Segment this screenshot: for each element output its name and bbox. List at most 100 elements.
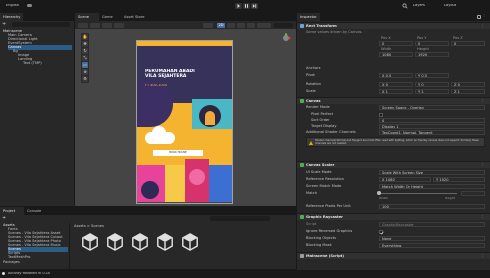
component-menu-icon[interactable]: ⋮ [481, 163, 485, 167]
tab-project-label: Project [3, 209, 16, 213]
component-header-graphic-raycaster[interactable]: Graphic Raycaster [297, 213, 490, 220]
scene-search-input[interactable] [274, 22, 293, 28]
ref-ppu-field[interactable]: 100 [379, 204, 485, 209]
component-header-canvas-scaler[interactable]: Canvas Scaler [297, 161, 490, 168]
scene-asset[interactable] [178, 233, 202, 263]
scene-asset[interactable] [128, 233, 152, 263]
grid-dropdown[interactable] [102, 22, 112, 28]
width-field[interactable]: 1080 [379, 52, 413, 57]
pixel-perfect-checkbox[interactable] [379, 112, 383, 117]
blocking-mask-dropdown[interactable]: Everything [379, 243, 485, 248]
anchors-label[interactable]: Anchors [306, 66, 321, 71]
render-mode-label: Render Mode [306, 105, 330, 109]
component-menu-icon[interactable]: ⋮ [481, 215, 485, 219]
target-display-dropdown[interactable]: Display 1 [379, 124, 485, 129]
component-header-rect-transform[interactable]: Rect Transform [297, 22, 490, 29]
tab-hierarchy[interactable]: Hierarchy [0, 13, 24, 21]
sort-order-field[interactable]: 0 [379, 118, 485, 123]
cloud-icon[interactable] [27, 4, 32, 7]
scene-gizmo-icon[interactable] [281, 33, 291, 43]
pivot-dropdown[interactable] [90, 22, 100, 28]
shader-channels-dropdown[interactable]: TexCoord1, Normal, Tangent [379, 130, 485, 135]
ref-res-x-field[interactable]: X 1080 [379, 177, 431, 182]
project-tree: Assets Fonts Scenes - Vila Sejahtera Ass… [0, 223, 70, 269]
tab-scene[interactable]: Scene [75, 13, 99, 21]
scale-y-field[interactable]: Y 1 [415, 89, 449, 94]
move-tool-icon[interactable]: ✥ [82, 41, 88, 47]
ignore-reversed-checkbox[interactable] [379, 229, 384, 234]
component-menu-icon[interactable]: ⋮ [481, 99, 485, 103]
breadcrumb: Assets > Scenes [74, 224, 104, 228]
scale-z-field[interactable]: Z 1 [451, 89, 485, 94]
pos-x-field[interactable]: 0 [379, 41, 413, 46]
account-menu[interactable]: English [6, 4, 19, 8]
rotation-x-field[interactable]: X 0 [379, 82, 413, 87]
pause-button[interactable] [243, 3, 250, 9]
layout-dropdown[interactable]: Layout [444, 4, 456, 8]
scene-asset[interactable] [103, 233, 127, 263]
component-header-canvas[interactable]: Canvas [297, 97, 490, 104]
rotation-z-field[interactable]: Z 0 [451, 82, 485, 87]
component-menu-icon[interactable]: ⋮ [481, 24, 485, 28]
hierarchy-search-input[interactable] [12, 22, 70, 27]
add-asset-icon[interactable]: + [2, 216, 6, 221]
pivot-x-field[interactable]: X 0.5 [379, 73, 413, 78]
tab-asset-store[interactable]: Asset Store [121, 13, 155, 21]
render-mode-dropdown[interactable]: Screen Space - Overlay [379, 105, 485, 110]
tree-item[interactable]: Packages [3, 260, 20, 265]
audio-toggle[interactable] [237, 22, 245, 28]
tab-project[interactable]: Project [0, 207, 24, 215]
match-value-field[interactable] [461, 191, 485, 196]
blocking-objects-dropdown[interactable]: None [379, 236, 485, 241]
transform-tool-icon[interactable]: ⊕ [82, 69, 88, 75]
tab-hierarchy-label: Hierarchy [3, 15, 21, 19]
list-item[interactable]: Text (TMP) [23, 61, 42, 66]
hand-tool-icon[interactable]: ✋ [82, 34, 88, 40]
pivot-y-field[interactable]: Y 0.5 [415, 73, 449, 78]
scene-asset[interactable] [78, 233, 102, 263]
rect-tool-icon[interactable]: ▭ [82, 62, 88, 68]
height-field[interactable]: 1920 [415, 52, 449, 57]
card-subtitle: FT 400-1004 [145, 84, 168, 87]
effects-dropdown[interactable] [247, 22, 255, 28]
scene-asset[interactable] [153, 233, 177, 263]
rotation-y-field[interactable]: Y 0 [415, 82, 449, 87]
app-preview[interactable]: PERUMAHAN ABADI VILA SEJAHTERA FT 400-10… [137, 41, 232, 202]
lighting-toggle[interactable] [227, 22, 235, 28]
component-header-mainscene-script[interactable]: Mainscene (Script) [297, 252, 490, 259]
search-icon[interactable] [402, 3, 408, 9]
snap-dropdown[interactable] [114, 22, 124, 28]
hierarchy-panel: Hierarchy + Mainscene Main Camera Direct… [0, 13, 74, 206]
lock-icon[interactable] [477, 15, 481, 19]
step-button[interactable] [251, 3, 258, 9]
tool-strip: ✋ ✥ ↻ ⤡ ▭ ⊕ ⚙ [81, 33, 89, 83]
status-warning-icon [2, 272, 5, 275]
transform-tools-dropdown[interactable] [78, 22, 88, 28]
pos-z-field[interactable]: 0 [451, 41, 485, 46]
pos-y-field[interactable]: 0 [415, 41, 449, 46]
layers-dropdown[interactable]: Layers [413, 4, 425, 8]
screen-match-dropdown[interactable]: Match Width Or Height [379, 184, 485, 189]
kebab-menu-icon[interactable]: ⋮ [483, 14, 487, 18]
blocking-mask-label: Blocking Mask [306, 243, 332, 247]
ref-res-y-field[interactable]: Y 1920 [433, 177, 485, 182]
project-search-input[interactable] [210, 216, 270, 221]
gizmos-dropdown[interactable] [257, 22, 271, 28]
tab-console[interactable]: Console [24, 207, 50, 215]
tab-inspector[interactable]: Inspector [297, 13, 320, 21]
book-house-button[interactable]: BOOK HOUSE [153, 150, 203, 156]
scale-label: Scale [306, 89, 316, 93]
match-slider-handle[interactable] [377, 191, 381, 196]
component-menu-icon[interactable]: ⋮ [481, 254, 485, 258]
scale-x-field[interactable]: X 1 [379, 89, 413, 94]
custom-tool-icon[interactable]: ⚙ [82, 76, 88, 82]
play-button[interactable] [235, 3, 242, 9]
match-slider[interactable] [379, 193, 457, 194]
rotate-tool-icon[interactable]: ↻ [82, 48, 88, 54]
draw-mode-dropdown[interactable] [203, 22, 213, 28]
scale-tool-icon[interactable]: ⤡ [82, 55, 88, 61]
ui-scale-mode-dropdown[interactable]: Scale With Screen Size [379, 170, 485, 175]
2d-toggle[interactable]: 2D [217, 23, 225, 28]
tab-game[interactable]: Game [99, 13, 121, 21]
add-icon[interactable]: + [2, 22, 6, 27]
